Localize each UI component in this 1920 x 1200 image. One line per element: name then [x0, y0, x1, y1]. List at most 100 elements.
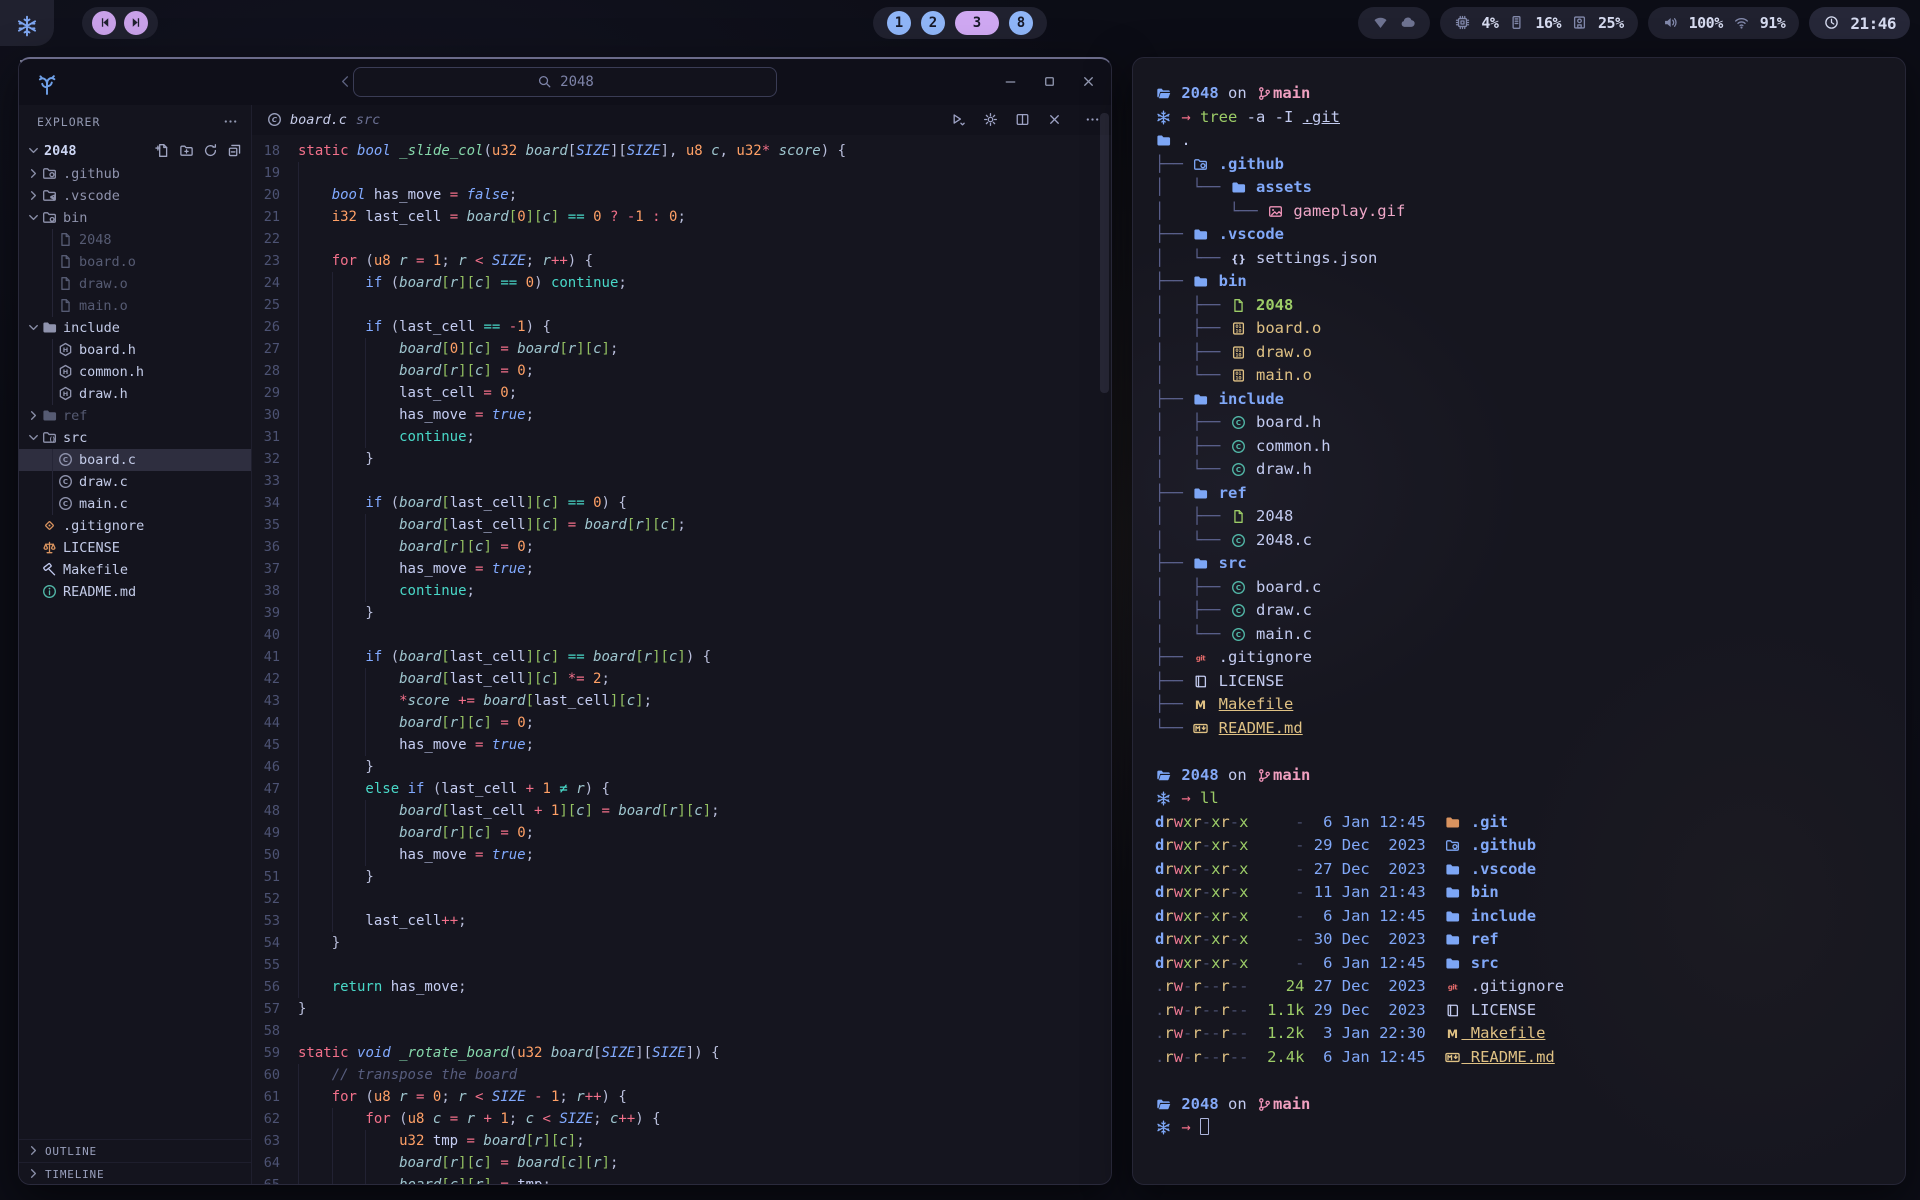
line-number: 41: [252, 646, 298, 668]
code-line-30[interactable]: 30has_move = true;: [252, 404, 1111, 426]
code-line-33[interactable]: 33: [252, 470, 1111, 492]
code-line-55[interactable]: 55: [252, 954, 1111, 976]
code-line-47[interactable]: 47else if (last_cell + 1 ≠ r) {: [252, 778, 1111, 800]
tree-item-src[interactable]: ()src: [19, 427, 251, 449]
tree-item-ref[interactable]: ref: [19, 405, 251, 427]
split-editor-button[interactable]: [1014, 112, 1031, 128]
tree-item-board-o[interactable]: board.o: [19, 251, 251, 273]
close-editor-button[interactable]: [1046, 112, 1063, 128]
code-line-41[interactable]: 41if (board[last_cell][c] == board[r][c]…: [252, 646, 1111, 668]
code-line-56[interactable]: 56return has_move;: [252, 976, 1111, 998]
run-file-button[interactable]: [950, 112, 967, 128]
code-line-48[interactable]: 48board[last_cell + 1][c] = board[r][c];: [252, 800, 1111, 822]
collapse-folders-button[interactable]: [226, 143, 243, 159]
timeline-panel-header[interactable]: TIMELINE: [19, 1162, 251, 1185]
tree-item-main-o[interactable]: main.o: [19, 295, 251, 317]
tree-item-draw-o[interactable]: draw.o: [19, 273, 251, 295]
code-line-21[interactable]: 21i32 last_cell = board[0][c] == 0 ? -1 …: [252, 206, 1111, 228]
code-line-18[interactable]: 18static bool _slide_col(u32 board[SIZE]…: [252, 140, 1111, 162]
code-line-60[interactable]: 60// transpose the board: [252, 1064, 1111, 1086]
tree-item-main-c[interactable]: Cmain.c: [19, 493, 251, 515]
outline-panel-header[interactable]: OUTLINE: [19, 1139, 251, 1162]
code-line-57[interactable]: 57}: [252, 998, 1111, 1020]
workspace-2[interactable]: 2: [921, 11, 945, 35]
editor-scrollbar[interactable]: [1100, 113, 1109, 393]
code-line-28[interactable]: 28board[r][c] = 0;: [252, 360, 1111, 382]
code-line-50[interactable]: 50has_move = true;: [252, 844, 1111, 866]
editor-pane[interactable]: C board.c src 18static bool _slide_col(u…: [252, 105, 1111, 1185]
command-center-search[interactable]: 2048: [353, 67, 777, 97]
workspace-3-active[interactable]: 3: [955, 11, 999, 35]
code-line-36[interactable]: 36board[r][c] = 0;: [252, 536, 1111, 558]
code-line-34[interactable]: 34if (board[last_cell][c] == 0) {: [252, 492, 1111, 514]
code-line-40[interactable]: 40: [252, 624, 1111, 646]
code-line-65[interactable]: 65board[c][r] = tmp;: [252, 1174, 1111, 1185]
workspace-1[interactable]: 1: [887, 11, 911, 35]
new-folder-button[interactable]: [178, 143, 195, 159]
launcher-button[interactable]: [0, 0, 54, 46]
media-next-button[interactable]: [124, 11, 148, 35]
code-line-53[interactable]: 53last_cell++;: [252, 910, 1111, 932]
new-file-button[interactable]: [154, 143, 171, 159]
more-actions-button[interactable]: [1084, 112, 1101, 128]
tree-item-common-h[interactable]: Hcommon.h: [19, 361, 251, 383]
tree-item-include[interactable]: include: [19, 317, 251, 339]
code-line-52[interactable]: 52: [252, 888, 1111, 910]
editor-titlebar[interactable]: 2048: [19, 59, 1111, 105]
code-line-20[interactable]: 20bool has_move = false;: [252, 184, 1111, 206]
terminal-window[interactable]: 2048 on main → tree -a -I .git .├── .git…: [1132, 57, 1906, 1185]
tree-item--github[interactable]: .github: [19, 163, 251, 185]
tree-item-readme-md[interactable]: README.md: [19, 581, 251, 603]
maximize-button[interactable]: [1041, 74, 1058, 90]
tree-item-license[interactable]: LICENSE: [19, 537, 251, 559]
code-line-38[interactable]: 38continue;: [252, 580, 1111, 602]
explorer-more-button[interactable]: [222, 114, 239, 130]
settings-gear-button[interactable]: [982, 112, 999, 128]
project-root-row[interactable]: 2048: [19, 139, 251, 163]
workspace-8[interactable]: 8: [1009, 11, 1033, 35]
tree-item--gitignore[interactable]: .gitignore: [19, 515, 251, 537]
code-line-58[interactable]: 58: [252, 1020, 1111, 1042]
nav-back-button[interactable]: [337, 74, 354, 90]
tree-item-board-h[interactable]: Hboard.h: [19, 339, 251, 361]
tree-item-draw-c[interactable]: Cdraw.c: [19, 471, 251, 493]
code-line-19[interactable]: 19: [252, 162, 1111, 184]
code-line-27[interactable]: 27board[0][c] = board[r][c];: [252, 338, 1111, 360]
code-area[interactable]: 18static bool _slide_col(u32 board[SIZE]…: [252, 135, 1111, 1185]
code-line-59[interactable]: 59static void _rotate_board(u32 board[SI…: [252, 1042, 1111, 1064]
code-line-39[interactable]: 39}: [252, 602, 1111, 624]
code-line-63[interactable]: 63u32 tmp = board[r][c];: [252, 1130, 1111, 1152]
tab-board-c[interactable]: C board.c src: [266, 112, 380, 128]
code-line-37[interactable]: 37has_move = true;: [252, 558, 1111, 580]
code-line-49[interactable]: 49board[r][c] = 0;: [252, 822, 1111, 844]
tree-item-board-c[interactable]: Cboard.c: [19, 449, 251, 471]
code-line-22[interactable]: 22: [252, 228, 1111, 250]
code-line-43[interactable]: 43*score += board[last_cell][c];: [252, 690, 1111, 712]
code-line-24[interactable]: 24if (board[r][c] == 0) continue;: [252, 272, 1111, 294]
refresh-explorer-button[interactable]: [202, 143, 219, 159]
code-line-51[interactable]: 51}: [252, 866, 1111, 888]
tree-item-makefile[interactable]: Makefile: [19, 559, 251, 581]
tree-item-draw-h[interactable]: Hdraw.h: [19, 383, 251, 405]
code-line-26[interactable]: 26if (last_cell == -1) {: [252, 316, 1111, 338]
code-line-42[interactable]: 42board[last_cell][c] *= 2;: [252, 668, 1111, 690]
code-line-46[interactable]: 46}: [252, 756, 1111, 778]
code-line-23[interactable]: 23for (u8 r = 1; r < SIZE; r++) {: [252, 250, 1111, 272]
code-line-54[interactable]: 54}: [252, 932, 1111, 954]
code-line-44[interactable]: 44board[r][c] = 0;: [252, 712, 1111, 734]
tree-item-2048[interactable]: 2048: [19, 229, 251, 251]
minimize-button[interactable]: [1002, 74, 1019, 90]
tree-item-bin[interactable]: bin: [19, 207, 251, 229]
tree-item--vscode[interactable]: .vscode: [19, 185, 251, 207]
code-line-25[interactable]: 25: [252, 294, 1111, 316]
code-line-35[interactable]: 35board[last_cell][c] = board[r][c];: [252, 514, 1111, 536]
code-line-32[interactable]: 32}: [252, 448, 1111, 470]
code-line-29[interactable]: 29last_cell = 0;: [252, 382, 1111, 404]
media-prev-button[interactable]: [92, 11, 116, 35]
close-button[interactable]: [1080, 74, 1097, 90]
code-line-62[interactable]: 62for (u8 c = r + 1; c < SIZE; c++) {: [252, 1108, 1111, 1130]
code-line-45[interactable]: 45has_move = true;: [252, 734, 1111, 756]
code-line-64[interactable]: 64board[r][c] = board[c][r];: [252, 1152, 1111, 1174]
code-line-61[interactable]: 61for (u8 r = 0; r < SIZE - 1; r++) {: [252, 1086, 1111, 1108]
code-line-31[interactable]: 31continue;: [252, 426, 1111, 448]
